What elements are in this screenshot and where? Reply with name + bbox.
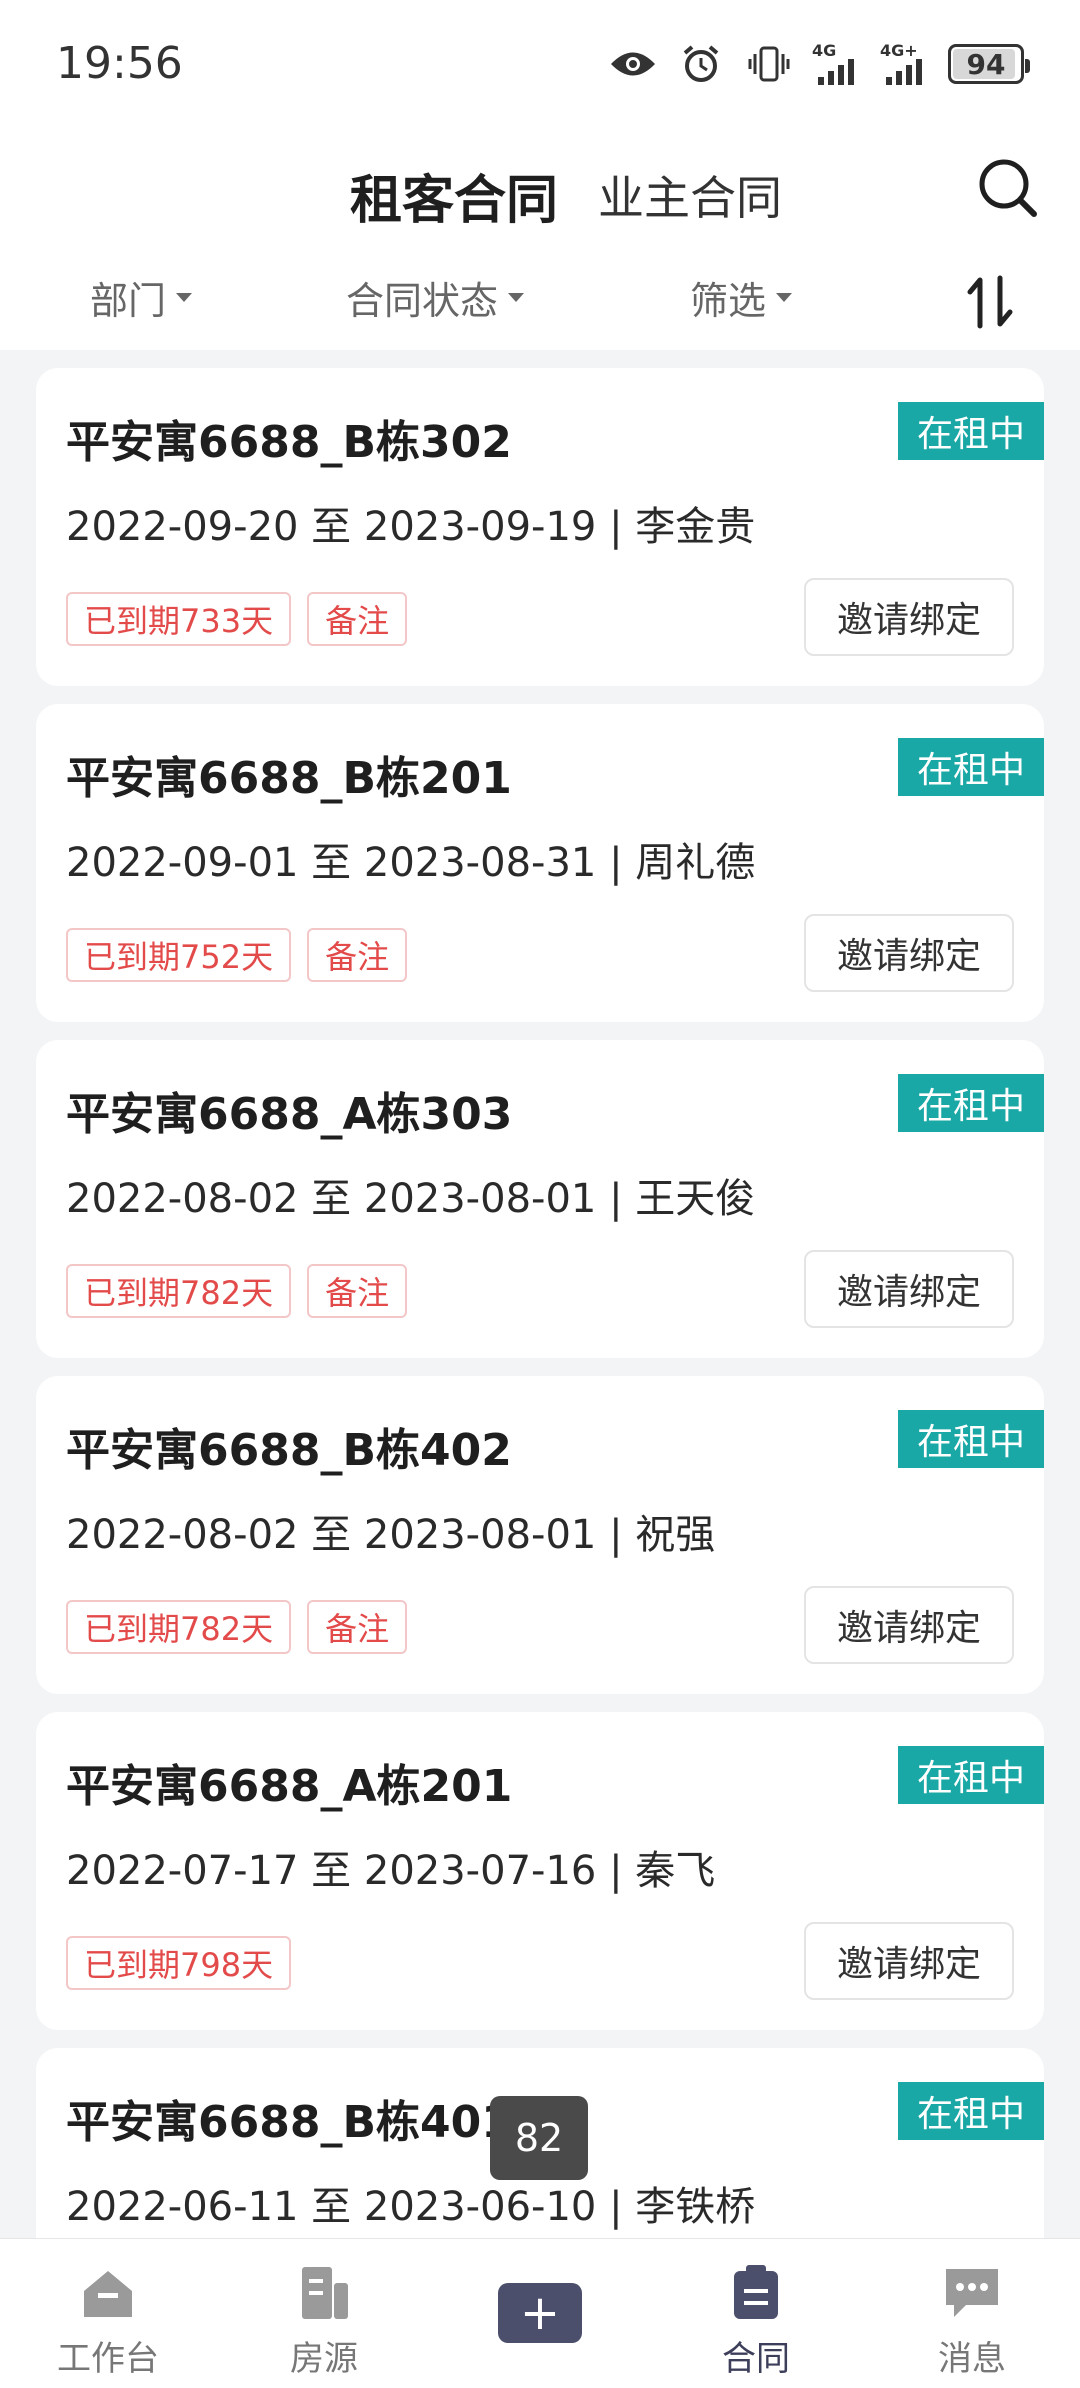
status-time: 19:56 bbox=[56, 38, 183, 89]
expired-tag: 已到期798天 bbox=[66, 1936, 292, 1990]
status-badge: 在租中 bbox=[898, 1746, 1044, 1804]
contract-dates-tenant: 2022-07-17 至 2023-07-16 | 秦飞 bbox=[66, 1848, 716, 1894]
sort-icon bbox=[967, 275, 1013, 329]
battery-level: 94 bbox=[966, 47, 1006, 81]
contract-title: 平安寓6688_A栋303 bbox=[66, 1089, 513, 1140]
workbench-icon bbox=[84, 2271, 132, 2317]
page-indicator: 82 bbox=[490, 2096, 588, 2180]
plus-icon: + bbox=[519, 2285, 561, 2341]
contract-card[interactable]: 平安寓6688_B栋201 在租中 2022-09-01 至 2023-08-3… bbox=[36, 704, 1044, 1022]
eye-icon bbox=[608, 42, 658, 86]
expired-tag: 已到期733天 bbox=[66, 592, 292, 646]
contract-dates-tenant: 2022-08-02 至 2023-08-01 | 王天俊 bbox=[66, 1176, 756, 1222]
department-filter-label: 部门 bbox=[90, 279, 167, 323]
contract-card[interactable]: 平安寓6688_B栋302 在租中 2022-09-20 至 2023-09-1… bbox=[36, 368, 1044, 686]
remark-tag[interactable]: 备注 bbox=[307, 1600, 408, 1654]
contract-title: 平安寓6688_B栋201 bbox=[66, 753, 512, 804]
caret-down-icon bbox=[776, 293, 793, 302]
invite-bind-button[interactable]: 邀请绑定 bbox=[804, 914, 1014, 992]
network-label-2: 4G+ bbox=[880, 41, 918, 60]
status-badge: 在租中 bbox=[898, 738, 1044, 796]
contract-title: 平安寓6688_B栋402 bbox=[66, 1425, 512, 1476]
nav-workbench-label: 工作台 bbox=[57, 2339, 159, 2379]
filter-bar: 部门 合同状态 筛选 bbox=[0, 250, 1080, 350]
nav-contracts[interactable]: 合同 bbox=[686, 2263, 826, 2383]
screen-filter-label: 筛选 bbox=[690, 279, 767, 323]
invite-bind-button[interactable]: 邀请绑定 bbox=[804, 578, 1014, 656]
contract-status-filter-label: 合同状态 bbox=[346, 279, 499, 323]
contract-title: 平安寓6688_A栋201 bbox=[66, 1761, 513, 1812]
invite-bind-button[interactable]: 邀请绑定 bbox=[804, 1250, 1014, 1328]
department-filter[interactable]: 部门 bbox=[90, 270, 193, 325]
status-icons: 4G 4G+ 94 bbox=[608, 40, 1030, 88]
contract-dates-tenant: 2022-06-11 至 2023-06-10 | 李铁桥 bbox=[66, 2184, 756, 2230]
tag-row: 已到期752天 备注 bbox=[66, 928, 408, 982]
network-label-1: 4G bbox=[812, 41, 837, 60]
remark-tag[interactable]: 备注 bbox=[307, 592, 408, 646]
tag-row: 已到期782天 备注 bbox=[66, 1264, 408, 1318]
battery-icon: 94 bbox=[948, 44, 1030, 84]
remark-tag[interactable]: 备注 bbox=[307, 928, 408, 982]
tag-row: 已到期733天 备注 bbox=[66, 592, 408, 646]
contract-title: 平安寓6688_B栋401 bbox=[66, 2097, 512, 2148]
screen-filter[interactable]: 筛选 bbox=[690, 270, 793, 325]
contract-dates-tenant: 2022-09-01 至 2023-08-31 | 周礼德 bbox=[66, 840, 756, 886]
expired-tag: 已到期752天 bbox=[66, 928, 292, 982]
tag-row: 已到期782天 备注 bbox=[66, 1600, 408, 1654]
message-icon bbox=[946, 2269, 998, 2317]
invite-bind-button[interactable]: 邀请绑定 bbox=[804, 1586, 1014, 1664]
contract-icon bbox=[734, 2265, 778, 2319]
contract-title: 平安寓6688_B栋302 bbox=[66, 417, 512, 468]
sort-button[interactable] bbox=[966, 274, 1014, 330]
expired-tag: 已到期782天 bbox=[66, 1264, 292, 1318]
tab-tenant-contracts[interactable]: 租客合同 bbox=[350, 158, 558, 233]
building-icon bbox=[302, 2267, 348, 2319]
search-button[interactable] bbox=[976, 156, 1040, 220]
contract-card[interactable]: 平安寓6688_A栋201 在租中 2022-07-17 至 2023-07-1… bbox=[36, 1712, 1044, 2030]
vibrate-icon bbox=[744, 42, 794, 86]
signal-icon-1: 4G bbox=[812, 42, 862, 86]
contract-dates-tenant: 2022-09-20 至 2023-09-19 | 李金贵 bbox=[66, 504, 756, 550]
nav-workbench[interactable]: 工作台 bbox=[38, 2263, 178, 2383]
contract-status-filter[interactable]: 合同状态 bbox=[346, 270, 525, 325]
status-badge: 在租中 bbox=[898, 402, 1044, 460]
expired-tag: 已到期782天 bbox=[66, 1600, 292, 1654]
signal-icon-2: 4G+ bbox=[880, 42, 930, 86]
caret-down-icon bbox=[176, 293, 193, 302]
contract-card[interactable]: 平安寓6688_B栋402 在租中 2022-08-02 至 2023-08-0… bbox=[36, 1376, 1044, 1694]
bottom-nav: 工作台 房源 + 合同 消息 bbox=[0, 2238, 1080, 2388]
alarm-icon bbox=[676, 42, 726, 86]
status-badge: 在租中 bbox=[898, 1410, 1044, 1468]
nav-messages-label: 消息 bbox=[938, 2339, 1006, 2379]
add-button[interactable]: + bbox=[498, 2283, 582, 2343]
contract-dates-tenant: 2022-08-02 至 2023-08-01 | 祝强 bbox=[66, 1512, 716, 1558]
nav-listings-label: 房源 bbox=[290, 2339, 358, 2379]
remark-tag[interactable]: 备注 bbox=[307, 1264, 408, 1318]
status-badge: 在租中 bbox=[898, 2082, 1044, 2140]
status-bar: 19:56 4G 4G+ 94 bbox=[0, 0, 1080, 130]
search-icon bbox=[979, 159, 1037, 217]
nav-contracts-label: 合同 bbox=[722, 2339, 790, 2379]
status-badge: 在租中 bbox=[898, 1074, 1044, 1132]
caret-down-icon bbox=[508, 293, 525, 302]
tag-row: 已到期798天 bbox=[66, 1936, 292, 1990]
invite-bind-button[interactable]: 邀请绑定 bbox=[804, 1922, 1014, 2000]
nav-listings[interactable]: 房源 bbox=[254, 2263, 394, 2383]
tab-owner-contracts[interactable]: 业主合同 bbox=[598, 162, 782, 228]
contract-card[interactable]: 平安寓6688_A栋303 在租中 2022-08-02 至 2023-08-0… bbox=[36, 1040, 1044, 1358]
header: 租客合同 业主合同 bbox=[0, 130, 1080, 250]
nav-messages[interactable]: 消息 bbox=[902, 2263, 1042, 2383]
